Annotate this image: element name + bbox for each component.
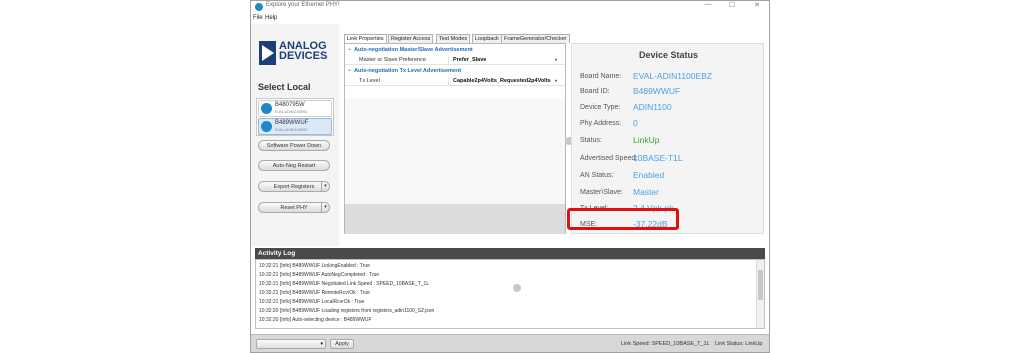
device-board: EVAL-ADIN1100EBZ bbox=[275, 128, 308, 132]
log-line: 10:32:20 [Info] Auto-selecting device : … bbox=[259, 317, 372, 323]
tab-register-access[interactable]: Register Access bbox=[388, 34, 434, 43]
phy-address-value: 0 bbox=[633, 118, 638, 128]
chevron-down-icon[interactable]: ▾ bbox=[555, 56, 557, 64]
app-icon bbox=[255, 3, 263, 11]
phy-address-label: Phy Address: bbox=[580, 120, 622, 127]
an-status-value: Enabled bbox=[633, 170, 665, 180]
advertised-speed-label: Advertised Speed: bbox=[580, 155, 638, 162]
tx-level-select[interactable]: Capable2p4Volts_Requested2p4Volts ▾ bbox=[448, 77, 561, 85]
device-status-panel: Device Status Board Name: EVAL-ADIN1100E… bbox=[571, 43, 764, 234]
action-select[interactable]: ▾ bbox=[256, 339, 326, 349]
section-tx-level-advertisement[interactable]: − Auto-negotiation Tx Level Advertisemen… bbox=[348, 68, 461, 74]
device-name: B489WWUF bbox=[275, 120, 309, 126]
board-id-value: B489WWUF bbox=[633, 86, 681, 96]
apply-button[interactable]: Apply bbox=[330, 339, 354, 349]
property-value: Capable2p4Volts_Requested2p4Volts bbox=[453, 78, 551, 84]
ms-preference-select[interactable]: Prefer_Slave ▾ bbox=[448, 56, 561, 64]
advertised-speed-value: 10BASE-T1L bbox=[633, 153, 683, 163]
tab-link-properties[interactable]: Link Properties bbox=[344, 34, 387, 43]
app-window: Explore your Ethernet PHY! — ☐ ✕ File He… bbox=[250, 0, 770, 353]
board-name-value: EVAL-ADIN1100EBZ bbox=[633, 71, 713, 81]
close-button[interactable]: ✕ bbox=[748, 1, 766, 9]
section-title: Auto-negotiation Master/Slave Advertisem… bbox=[354, 47, 473, 53]
maximize-button[interactable]: ☐ bbox=[723, 1, 741, 9]
logo-text: ANALOG DEVICES bbox=[279, 41, 334, 62]
reset-phy-button[interactable]: Reset PHY ▾ bbox=[258, 202, 330, 213]
device-type-value: ADIN1100 bbox=[633, 102, 672, 112]
tab-test-modes[interactable]: Test Modes bbox=[436, 34, 471, 43]
logo-line-2: DEVICES bbox=[279, 50, 328, 62]
device-status-title: Device Status bbox=[638, 50, 699, 60]
property-label: Master or Slave Preference bbox=[359, 57, 426, 63]
link-status: Link Status: LinkUp bbox=[715, 341, 763, 347]
log-line: 10:32:21 [Info] B489WWUF LinkingEnabled … bbox=[259, 263, 370, 269]
chevron-down-icon[interactable]: ▾ bbox=[320, 340, 323, 349]
tab-loopback[interactable]: Loopback bbox=[472, 34, 502, 43]
log-scrollbar-thumb[interactable] bbox=[758, 270, 763, 300]
property-row-ms-preference: Master or Slave Preference Prefer_Slave … bbox=[345, 56, 565, 65]
property-grid: − Auto-negotiation Master/Slave Advertis… bbox=[344, 43, 566, 234]
log-scrollbar[interactable] bbox=[756, 260, 764, 328]
tab-frame-generator-checker[interactable]: FrameGenerator/Checker bbox=[501, 34, 570, 43]
reset-phy-label: Reset PHY bbox=[280, 205, 308, 211]
property-row-tx-level: Tx Level Capable2p4Volts_Requested2p4Vol… bbox=[345, 77, 565, 86]
section-ms-advertisement[interactable]: − Auto-negotiation Master/Slave Advertis… bbox=[348, 47, 473, 53]
an-status-label: AN Status: bbox=[580, 172, 614, 179]
menu-file[interactable]: File bbox=[253, 15, 263, 21]
master-slave-value: Master bbox=[633, 187, 659, 197]
window-title: Explore your Ethernet PHY! bbox=[266, 2, 340, 8]
log-line: 10:32:20 [Info] B489WWUF Loading registe… bbox=[259, 308, 435, 314]
status-bar: ▾ Apply Link Speed: SPEED_10BASE_T_1L Li… bbox=[251, 334, 769, 352]
collapse-icon[interactable]: − bbox=[348, 68, 351, 74]
export-registers-button[interactable]: Export Registers ▾ bbox=[258, 181, 330, 192]
property-label: Tx Level bbox=[359, 78, 380, 84]
device-icon bbox=[261, 103, 272, 114]
minimize-button[interactable]: — bbox=[699, 1, 717, 8]
status-value: LinkUp bbox=[633, 135, 660, 145]
status-label: Status: bbox=[580, 137, 602, 144]
link-speed-status: Link Speed: SPEED_10BASE_T_1L bbox=[621, 341, 710, 347]
software-power-down-button[interactable]: Software Power Down bbox=[258, 140, 330, 151]
title-bar: Explore your Ethernet PHY! — ☐ ✕ bbox=[251, 1, 769, 14]
auto-neg-restart-button[interactable]: Auto-Neg Restart bbox=[258, 160, 330, 171]
left-panel: ANALOG DEVICES Select Local B480795W EVA… bbox=[251, 24, 339, 246]
menu-bar: File Help bbox=[251, 14, 769, 24]
export-registers-dropdown-icon[interactable]: ▾ bbox=[321, 182, 329, 191]
master-slave-label: Master\Slave: bbox=[580, 189, 623, 196]
chevron-down-icon[interactable]: ▾ bbox=[555, 77, 557, 85]
log-line: 10:32:21 [Info] B489WWUF RemoteRcvrOk : … bbox=[259, 290, 370, 296]
device-item-selected[interactable]: B489WWUF EVAL-ADIN1100EBZ bbox=[258, 118, 332, 135]
device-type-label: Device Type: bbox=[580, 104, 621, 111]
property-value: Prefer_Slave bbox=[453, 57, 487, 63]
device-icon bbox=[261, 121, 272, 132]
board-name-label: Board Name: bbox=[580, 73, 622, 80]
device-board: EVAL-ADIN1100EBZ bbox=[275, 110, 308, 114]
export-registers-label: Export Registers bbox=[273, 184, 315, 190]
collapse-icon[interactable]: − bbox=[348, 47, 351, 53]
property-description-area bbox=[345, 204, 565, 234]
log-line: 10:32:21 [Info] B489WWUF Negotiated Link… bbox=[259, 281, 430, 287]
menu-help[interactable]: Help bbox=[265, 15, 277, 21]
log-line: 10:32:21 [Info] B489WWUF AutoNegComplete… bbox=[259, 272, 380, 278]
device-name: B480795W bbox=[275, 102, 305, 108]
log-line: 10:32:21 [Info] B489WWUF LocalRcvrOk : T… bbox=[259, 299, 365, 305]
activity-log-header: Activity Log bbox=[255, 248, 765, 259]
device-item[interactable]: B480795W EVAL-ADIN1100EBZ bbox=[258, 100, 332, 117]
board-id-label: Board ID: bbox=[580, 88, 610, 95]
device-list: B480795W EVAL-ADIN1100EBZ B489WWUF EVAL-… bbox=[256, 98, 334, 136]
activity-log: 10:32:21 [Info] B489WWUF LinkingEnabled … bbox=[255, 259, 765, 329]
select-local-heading: Select Local bbox=[258, 82, 311, 92]
reset-phy-dropdown-icon[interactable]: ▾ bbox=[321, 203, 329, 212]
log-panel-handle[interactable] bbox=[513, 284, 521, 292]
section-title: Auto-negotiation Tx Level Advertisement bbox=[354, 68, 462, 74]
property-grid-empty-area bbox=[345, 99, 565, 204]
logo-triangle-icon bbox=[262, 45, 274, 61]
mse-highlight-box bbox=[567, 208, 679, 230]
